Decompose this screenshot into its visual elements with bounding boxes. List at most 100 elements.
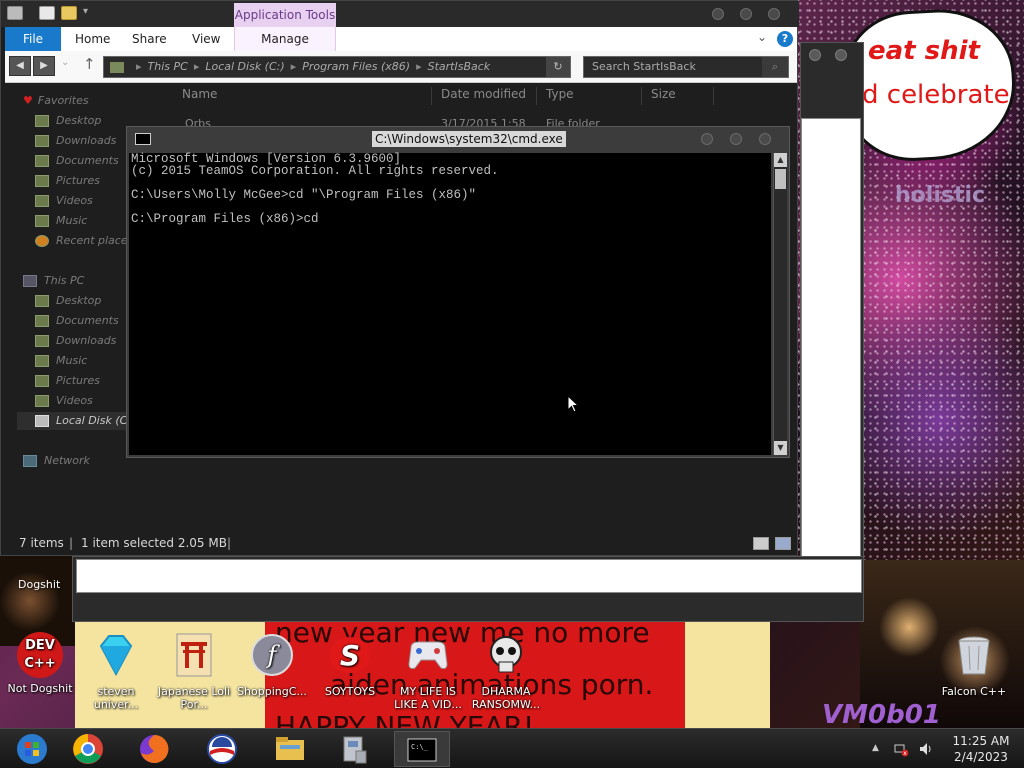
- chevron-down-icon[interactable]: ▾: [83, 6, 88, 17]
- desktop-icon[interactable]: steven univer...: [78, 632, 154, 711]
- sidebar-item-videos[interactable]: Videos: [35, 392, 93, 410]
- background-window[interactable]: [800, 42, 864, 594]
- tab-manage[interactable]: Manage: [234, 27, 336, 51]
- close-button[interactable]: [759, 133, 771, 145]
- help-icon[interactable]: ?: [777, 31, 793, 47]
- desktop-icon[interactable]: Japanese Loli Por...: [156, 632, 232, 711]
- large-icons-view-icon[interactable]: [775, 537, 791, 550]
- sidebar-favorites[interactable]: ♥ Favorites: [23, 92, 89, 110]
- minimize-button[interactable]: [809, 49, 821, 61]
- system-clock[interactable]: 11:25 AM 2/4/2023: [946, 733, 1016, 765]
- taskbar-pinned-app[interactable]: [194, 731, 250, 767]
- sidebar-item-pictures[interactable]: Pictures: [35, 172, 100, 190]
- desktop-icon[interactable]: DEV C++ Not Dogshit: [2, 632, 78, 695]
- sidebar-item-music[interactable]: Music: [35, 352, 87, 370]
- search-icon[interactable]: ⌕: [762, 57, 788, 77]
- cmd-icon[interactable]: [135, 133, 151, 145]
- breadcrumb-item[interactable]: Program Files (x86): [302, 60, 410, 73]
- desktop-icon[interactable]: f ShoppingC...: [234, 632, 310, 698]
- sidebar-item-desktop[interactable]: Desktop: [35, 292, 101, 310]
- recent-locations-icon[interactable]: ⌄: [61, 57, 69, 68]
- sidebar-item-documents[interactable]: Documents: [35, 312, 119, 330]
- folder-icon: [35, 135, 49, 147]
- sidebar-item-label: Videos: [56, 394, 93, 407]
- up-arrow-icon[interactable]: ↑: [83, 55, 96, 73]
- firefox-icon: [140, 734, 169, 763]
- back-button[interactable]: ◀: [9, 56, 31, 76]
- breadcrumb-item[interactable]: StartIsBack: [428, 60, 491, 73]
- show-hidden-icons-icon[interactable]: ▲: [872, 743, 879, 753]
- column-divider[interactable]: [713, 87, 714, 105]
- desktop-icon[interactable]: S SOYTOYS: [312, 632, 388, 698]
- refresh-icon[interactable]: ↻: [546, 57, 570, 77]
- window-icon[interactable]: [7, 6, 23, 20]
- scroll-up-icon[interactable]: ▲: [774, 153, 787, 167]
- sidebar-network[interactable]: Network: [23, 452, 90, 470]
- sidebar-item-desktop[interactable]: Desktop: [35, 112, 101, 130]
- tab-view[interactable]: View: [192, 27, 220, 51]
- column-divider[interactable]: [641, 87, 642, 105]
- sidebar-item-downloads[interactable]: Downloads: [35, 132, 116, 150]
- vertical-scrollbar[interactable]: ▲ ▼: [773, 153, 787, 455]
- column-header-size[interactable]: Size: [651, 87, 676, 101]
- sidebar-item-pictures[interactable]: Pictures: [35, 372, 100, 390]
- desktop-icon[interactable]: DHARMA RANSOMW...: [468, 632, 544, 711]
- tab-file[interactable]: File: [5, 27, 61, 51]
- taskbar-cmd[interactable]: C:\_: [394, 731, 450, 767]
- breadcrumb-item[interactable]: Local Disk (C:): [205, 60, 284, 73]
- desktop-icon-label[interactable]: Dogshit: [18, 578, 60, 591]
- column-divider[interactable]: [431, 87, 432, 105]
- column-header-type[interactable]: Type: [546, 87, 574, 101]
- minimize-button[interactable]: [712, 8, 724, 20]
- breadcrumb-item[interactable]: This PC: [148, 60, 188, 73]
- column-header-date-modified[interactable]: Date modified: [441, 87, 526, 101]
- folder-icon: [35, 175, 49, 187]
- sidebar-item-videos[interactable]: Videos: [35, 192, 93, 210]
- new-folder-icon[interactable]: [61, 6, 77, 20]
- title-bar[interactable]: C:\Windows\system32\cmd.exe: [127, 127, 789, 151]
- sidebar-item-local-disk[interactable]: Local Disk (C:): [17, 412, 135, 430]
- column-header-name[interactable]: Name: [182, 87, 217, 101]
- sidebar-item-downloads[interactable]: Downloads: [35, 332, 116, 350]
- tab-share[interactable]: Share: [132, 27, 167, 51]
- title-bar[interactable]: ▾ Application Tools: [1, 1, 799, 27]
- properties-icon[interactable]: [39, 6, 55, 20]
- sidebar-item-recent-places[interactable]: Recent places: [35, 232, 133, 250]
- tab-home[interactable]: Home: [75, 27, 110, 51]
- folder-icon: [35, 355, 49, 367]
- close-button[interactable]: [768, 8, 780, 20]
- recent-places-icon: [35, 235, 49, 247]
- chevron-down-icon[interactable]: ⌄: [757, 30, 767, 44]
- console-input-line[interactable]: C:\Program Files (x86)>cd: [131, 213, 771, 226]
- taskbar-firefox[interactable]: [126, 731, 182, 767]
- minimize-button[interactable]: [701, 133, 713, 145]
- taskbar-chrome[interactable]: [60, 731, 116, 767]
- sidebar-item-music[interactable]: Music: [35, 212, 87, 230]
- column-divider[interactable]: [536, 87, 537, 105]
- scroll-thumb[interactable]: [775, 169, 786, 189]
- maximize-button[interactable]: [740, 8, 752, 20]
- chrome-icon: [73, 734, 103, 764]
- maximize-button[interactable]: [730, 133, 742, 145]
- address-bar[interactable]: ▸ This PC ▸ Local Disk (C:) ▸ Program Files (…: [103, 56, 571, 78]
- console-output[interactable]: Microsoft Windows [Version 6.3.9600] (c)…: [129, 153, 771, 455]
- svg-text:x: x: [903, 750, 907, 757]
- desktop-icon[interactable]: Falcon C++: [936, 632, 1012, 698]
- sidebar-item-label: Local Disk (C:): [56, 414, 136, 427]
- wallpaper-signature: VM0b01: [822, 700, 941, 728]
- scroll-down-icon[interactable]: ▼: [774, 441, 787, 455]
- taskbar-file-explorer[interactable]: [262, 731, 318, 767]
- command-prompt-window[interactable]: C:\Windows\system32\cmd.exe Microsoft Wi…: [126, 126, 790, 458]
- sidebar-item-documents[interactable]: Documents: [35, 152, 119, 170]
- desktop-icon[interactable]: MY LIFE IS LIKE A VID...: [390, 632, 466, 711]
- maximize-button[interactable]: [835, 49, 847, 61]
- start-button[interactable]: [4, 731, 60, 767]
- sidebar-this-pc[interactable]: This PC: [23, 272, 84, 290]
- background-window[interactable]: [72, 556, 864, 622]
- network-status-icon[interactable]: x: [893, 741, 909, 760]
- search-input[interactable]: Search StartIsBack ⌕: [583, 56, 789, 78]
- volume-icon[interactable]: [918, 741, 934, 760]
- taskbar-control-panel[interactable]: [326, 731, 382, 767]
- details-view-icon[interactable]: [753, 537, 769, 550]
- forward-button[interactable]: ▶: [33, 56, 55, 76]
